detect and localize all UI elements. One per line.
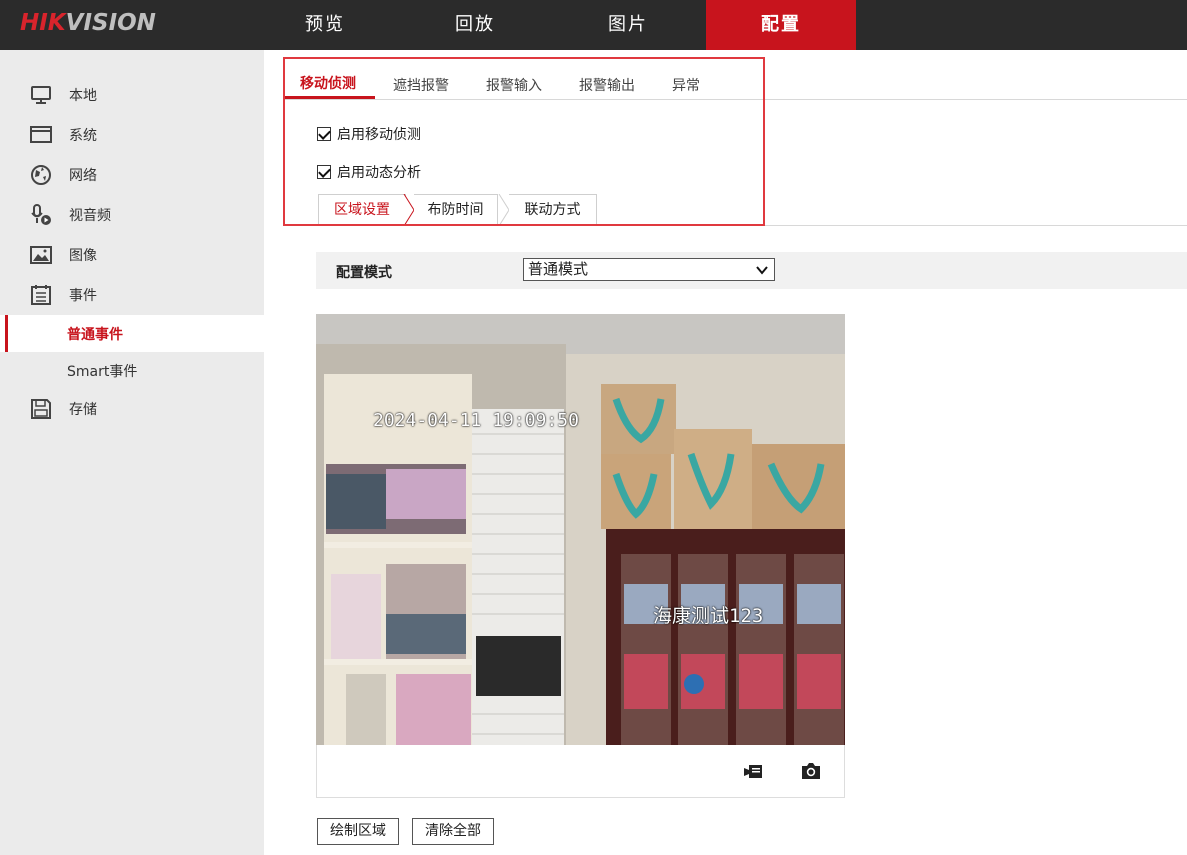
sidebar-item-label: 网络 [69, 168, 97, 184]
config-mode-select[interactable]: 普通模式 [523, 258, 775, 281]
calendar-icon [30, 284, 52, 306]
sidebar: 本地 系统 网络 视音频 图像 事件 普通事件 Smart事件 存储 [0, 50, 264, 855]
nav-preview[interactable]: 预览 [265, 0, 385, 50]
record-video-icon[interactable] [743, 759, 767, 783]
sidebar-item-label: 存储 [69, 402, 97, 418]
config-mode-value: 普通模式 [528, 260, 589, 278]
sidebar-item-label: 事件 [69, 288, 97, 304]
globe-icon [30, 164, 52, 186]
sidebar-item-label: 视音频 [69, 208, 111, 224]
sidebar-item-system[interactable]: 系统 [0, 115, 264, 155]
camera-snapshot-icon[interactable] [799, 759, 823, 783]
highlight-annotation-box [283, 57, 765, 226]
sidebar-subitem-smart-event[interactable]: Smart事件 [0, 352, 264, 389]
sidebar-item-label: 图像 [69, 248, 97, 264]
osd-channel-name: 海康测试123 [653, 605, 764, 627]
sidebar-item-image[interactable]: 图像 [0, 235, 264, 275]
video-toolbar [316, 745, 845, 798]
sidebar-item-local[interactable]: 本地 [0, 75, 264, 115]
config-mode-label: 配置模式 [336, 265, 392, 281]
sidebar-item-label: 系统 [69, 128, 97, 144]
sidebar-item-event[interactable]: 事件 [0, 275, 264, 315]
window-icon [30, 124, 52, 146]
camera-scene-image [316, 314, 845, 745]
nav-picture[interactable]: 图片 [568, 0, 688, 50]
sidebar-item-network[interactable]: 网络 [0, 155, 264, 195]
live-video-preview[interactable]: 2024-04-11 19:09:50 海康测试123 [316, 314, 845, 745]
clear-all-button[interactable]: 清除全部 [412, 818, 494, 845]
config-mode-row: 配置模式 普通模式 [316, 252, 1187, 289]
image-icon [30, 244, 52, 266]
monitor-icon [30, 84, 52, 106]
sidebar-subitem-label: 普通事件 [67, 326, 123, 343]
floppy-icon [30, 398, 52, 420]
logo-gray-text: VISION [65, 10, 156, 36]
nav-playback[interactable]: 回放 [415, 0, 535, 50]
hikvision-logo: HIKVISION [20, 10, 156, 36]
nav-configuration[interactable]: 配置 [706, 0, 856, 50]
sidebar-item-label: 本地 [69, 88, 97, 104]
logo-red-text: HIK [20, 10, 66, 36]
draw-area-button[interactable]: 绘制区域 [317, 818, 399, 845]
sidebar-item-storage[interactable]: 存储 [0, 389, 264, 429]
sidebar-item-video-audio[interactable]: 视音频 [0, 195, 264, 235]
sidebar-subitem-basic-event[interactable]: 普通事件 [0, 315, 264, 352]
top-bar: HIKVISION 预览 回放 图片 配置 [0, 0, 1187, 50]
chevron-down-icon [756, 266, 768, 275]
sidebar-subitem-label: Smart事件 [67, 363, 138, 380]
osd-timestamp: 2024-04-11 19:09:50 [373, 410, 579, 431]
mic-camera-icon [30, 204, 52, 226]
